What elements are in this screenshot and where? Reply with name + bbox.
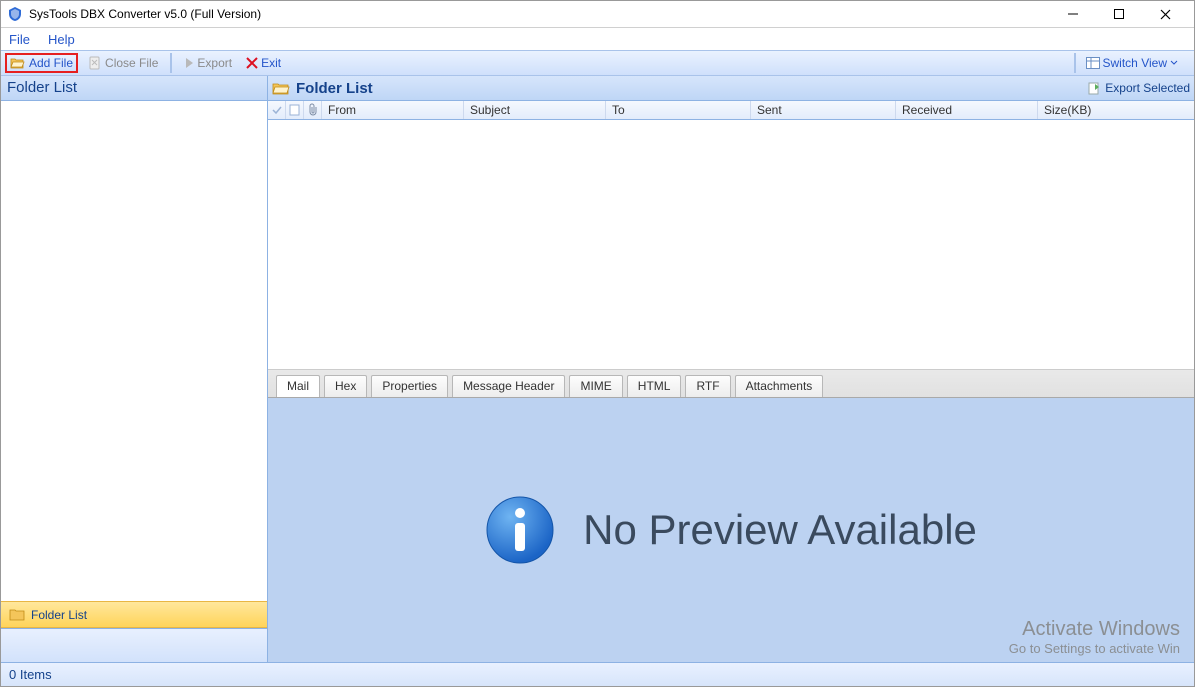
export-selected-label: Export Selected [1105,81,1190,95]
sidebar-folder-list-label: Folder List [31,608,87,622]
tab-rtf[interactable]: RTF [685,375,730,397]
export-selected-button[interactable]: Export Selected [1087,81,1190,95]
folder-open-icon [272,81,290,96]
preview-tabs: Mail Hex Properties Message Header MIME … [268,370,1194,398]
status-bar: 0 Items [1,662,1194,686]
window-title: SysTools DBX Converter v5.0 (Full Versio… [29,7,1050,21]
close-file-icon [88,56,102,70]
info-icon [485,495,555,565]
switch-view-icon [1086,57,1100,69]
sidebar-footer [1,628,267,662]
no-preview-text: No Preview Available [583,506,977,554]
column-read[interactable] [286,101,304,119]
column-to[interactable]: To [606,101,751,119]
maximize-button[interactable] [1096,1,1142,28]
column-checkbox[interactable] [268,101,286,119]
workspace: Folder List Folder List Folder List Expo… [1,76,1194,662]
toolbar: Add File Close File Export Exit Switch V… [1,50,1194,76]
column-subject[interactable]: Subject [464,101,606,119]
menu-help[interactable]: Help [48,32,75,47]
tab-message-header[interactable]: Message Header [452,375,565,397]
tab-mime[interactable]: MIME [569,375,622,397]
close-file-label: Close File [105,56,158,70]
add-file-button[interactable]: Add File [5,53,78,73]
main-panel: Folder List Export Selected From Subject… [268,76,1194,662]
app-icon [7,6,23,22]
sidebar-header: Folder List [1,76,267,101]
mail-grid[interactable] [268,120,1194,370]
column-received[interactable]: Received [896,101,1038,119]
column-sent[interactable]: Sent [751,101,896,119]
switch-view-label: Switch View [1103,56,1167,70]
column-size[interactable]: Size(KB) [1038,101,1194,119]
window-controls [1050,1,1188,28]
add-file-label: Add File [29,56,73,70]
exit-icon [246,57,258,69]
column-attachment[interactable] [304,101,322,119]
paperclip-icon [307,103,319,117]
tab-properties[interactable]: Properties [371,375,448,397]
tab-attachments[interactable]: Attachments [735,375,824,397]
sidebar-folder-list-button[interactable]: Folder List [1,601,267,628]
folder-open-icon [10,56,26,70]
column-from[interactable]: From [322,101,464,119]
minimize-button[interactable] [1050,1,1096,28]
export-label: Export [197,56,232,70]
tab-html[interactable]: HTML [627,375,682,397]
folder-list-header: Folder List Export Selected [268,76,1194,101]
export-button[interactable]: Export [180,54,236,72]
folder-icon [9,608,25,621]
status-item-count: 0 Items [9,667,52,682]
folder-list-title: Folder List [296,80,373,97]
watermark-line2: Go to Settings to activate Win [1009,641,1180,656]
exit-button[interactable]: Exit [242,54,285,72]
preview-pane: No Preview Available Activate Windows Go… [268,398,1194,662]
chevron-down-icon [1170,60,1178,66]
column-headers: From Subject To Sent Received Size(KB) [268,101,1194,120]
windows-watermark: Activate Windows Go to Settings to activ… [1009,618,1180,656]
close-window-button[interactable] [1142,1,1188,28]
switch-view-button[interactable]: Switch View [1082,54,1182,72]
tab-hex[interactable]: Hex [324,375,367,397]
export-selected-icon [1087,81,1101,95]
toolbar-separator [1074,53,1076,73]
tab-mail[interactable]: Mail [276,375,320,397]
play-icon [184,57,194,69]
close-file-button[interactable]: Close File [84,54,162,72]
watermark-line1: Activate Windows [1009,618,1180,641]
toolbar-separator [170,53,172,73]
menu-bar: File Help [1,28,1194,50]
folder-tree[interactable] [1,101,267,601]
title-bar: SysTools DBX Converter v5.0 (Full Versio… [1,1,1194,28]
sidebar: Folder List Folder List [1,76,268,662]
menu-file[interactable]: File [9,32,30,47]
exit-label: Exit [261,56,281,70]
